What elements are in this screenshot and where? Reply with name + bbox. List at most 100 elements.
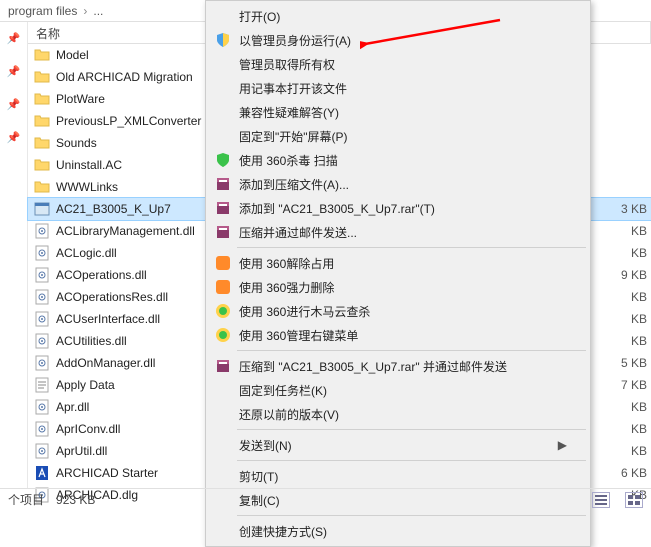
file-type-icon	[34, 333, 50, 349]
menu-item-label: 固定到"开始"屏幕(P)	[239, 128, 348, 145]
menu-separator	[237, 429, 586, 430]
file-size: KB	[599, 312, 647, 326]
file-type-icon	[34, 179, 50, 195]
menu-item[interactable]: 以管理员身份运行(A)	[209, 28, 587, 52]
pin-icon[interactable]: 📌	[7, 98, 21, 111]
file-type-icon	[34, 377, 50, 393]
breadcrumb-seg[interactable]: ...	[93, 4, 103, 18]
file-type-icon	[34, 465, 50, 481]
status-item-count: 个项目	[8, 491, 44, 508]
file-type-icon	[34, 245, 50, 261]
file-size: KB	[599, 444, 647, 458]
menu-item-label: 使用 360管理右键菜单	[239, 327, 358, 344]
menu-item-label: 还原以前的版本(V)	[239, 406, 339, 423]
menu-item[interactable]: 使用 360杀毒 扫描	[209, 148, 587, 172]
menu-separator	[237, 515, 586, 516]
menu-item-label: 固定到任务栏(K)	[239, 382, 327, 399]
file-size: KB	[599, 290, 647, 304]
file-type-icon	[34, 201, 50, 217]
menu-item[interactable]: 打开(O)	[209, 4, 587, 28]
menu-item-label: 使用 360强力删除	[239, 279, 334, 296]
menu-item[interactable]: 固定到任务栏(K)	[209, 378, 587, 402]
menu-item[interactable]: 发送到(N)▶	[209, 433, 587, 457]
file-type-icon	[34, 443, 50, 459]
pin-icon[interactable]: 📌	[7, 32, 21, 45]
blank-icon	[215, 468, 231, 484]
menu-item[interactable]: 压缩到 "AC21_B3005_K_Up7.rar" 并通过邮件发送	[209, 354, 587, 378]
chevron-right-icon: ›	[83, 4, 87, 18]
file-size: KB	[599, 400, 647, 414]
360yellow-icon	[215, 327, 231, 343]
menu-item[interactable]: 使用 360解除占用	[209, 251, 587, 275]
file-type-icon	[34, 113, 50, 129]
file-size: 7 KB	[599, 378, 647, 392]
file-size: 9 KB	[599, 268, 647, 282]
menu-item-label: 使用 360解除占用	[239, 255, 334, 272]
menu-item[interactable]: 用记事本打开该文件	[209, 76, 587, 100]
menu-item-label: 压缩到 "AC21_B3005_K_Up7.rar" 并通过邮件发送	[239, 358, 507, 375]
menu-item[interactable]: 添加到压缩文件(A)...	[209, 172, 587, 196]
menu-item-label: 使用 360杀毒 扫描	[239, 152, 338, 169]
menu-item-label: 添加到压缩文件(A)...	[239, 176, 349, 193]
file-size: KB	[599, 422, 647, 436]
menu-separator	[237, 460, 586, 461]
file-type-icon	[34, 69, 50, 85]
file-type-icon	[34, 421, 50, 437]
menu-item[interactable]: 固定到"开始"屏幕(P)	[209, 124, 587, 148]
file-type-icon	[34, 47, 50, 63]
context-menu[interactable]: 打开(O) 以管理员身份运行(A) 管理员取得所有权用记事本打开该文件兼容性疑难解答…	[205, 0, 591, 547]
view-details-button[interactable]	[592, 492, 610, 508]
menu-item-label: 发送到(N)	[239, 437, 292, 454]
file-size: KB	[599, 334, 647, 348]
360orange-icon	[215, 255, 231, 271]
rar-icon	[215, 176, 231, 192]
shield-icon	[215, 32, 231, 48]
pin-icon[interactable]: 📌	[7, 131, 21, 144]
breadcrumb-seg[interactable]: program files	[8, 4, 77, 18]
blank-icon	[215, 104, 231, 120]
menu-item[interactable]: 使用 360进行木马云查杀	[209, 299, 587, 323]
menu-item[interactable]: 使用 360强力删除	[209, 275, 587, 299]
menu-item-label: 以管理员身份运行(A)	[239, 32, 351, 49]
menu-item[interactable]: 压缩并通过邮件发送...	[209, 220, 587, 244]
view-icons-button[interactable]	[625, 492, 643, 508]
rar-icon	[215, 358, 231, 374]
menu-item[interactable]: 创建快捷方式(S)	[209, 519, 587, 543]
menu-item-label: 剪切(T)	[239, 468, 278, 485]
blank-icon	[215, 128, 231, 144]
menu-item[interactable]: 使用 360管理右键菜单	[209, 323, 587, 347]
file-type-icon	[34, 399, 50, 415]
blank-icon	[215, 56, 231, 72]
file-type-icon	[34, 223, 50, 239]
menu-item-label: 管理员取得所有权	[239, 56, 335, 73]
pin-icon[interactable]: 📌	[7, 65, 21, 78]
file-size: KB	[599, 246, 647, 260]
menu-item[interactable]: 兼容性疑难解答(Y)	[209, 100, 587, 124]
file-size: 6 KB	[599, 466, 647, 480]
menu-item[interactable]: 添加到 "AC21_B3005_K_Up7.rar"(T)	[209, 196, 587, 220]
menu-item-label: 压缩并通过邮件发送...	[239, 224, 357, 241]
file-type-icon	[34, 289, 50, 305]
360orange-icon	[215, 279, 231, 295]
360yellow-icon	[215, 303, 231, 319]
file-type-icon	[34, 355, 50, 371]
file-type-icon	[34, 311, 50, 327]
blank-icon	[215, 8, 231, 24]
menu-item-label: 添加到 "AC21_B3005_K_Up7.rar"(T)	[239, 200, 435, 217]
menu-item[interactable]: 剪切(T)	[209, 464, 587, 488]
file-size: 3 KB	[599, 202, 647, 216]
file-type-icon	[34, 267, 50, 283]
360green-icon	[215, 152, 231, 168]
menu-item-label: 使用 360进行木马云查杀	[239, 303, 370, 320]
blank-icon	[215, 406, 231, 422]
menu-separator	[237, 247, 586, 248]
file-size: 5 KB	[599, 356, 647, 370]
menu-item[interactable]: 管理员取得所有权	[209, 52, 587, 76]
quick-access-strip: 📌 📌 📌 📌	[0, 22, 28, 488]
menu-item[interactable]: 还原以前的版本(V)	[209, 402, 587, 426]
file-type-icon	[34, 91, 50, 107]
menu-separator	[237, 350, 586, 351]
status-bar: 个项目 923 KB	[0, 488, 651, 510]
file-type-icon	[34, 135, 50, 151]
blank-icon	[215, 437, 231, 453]
